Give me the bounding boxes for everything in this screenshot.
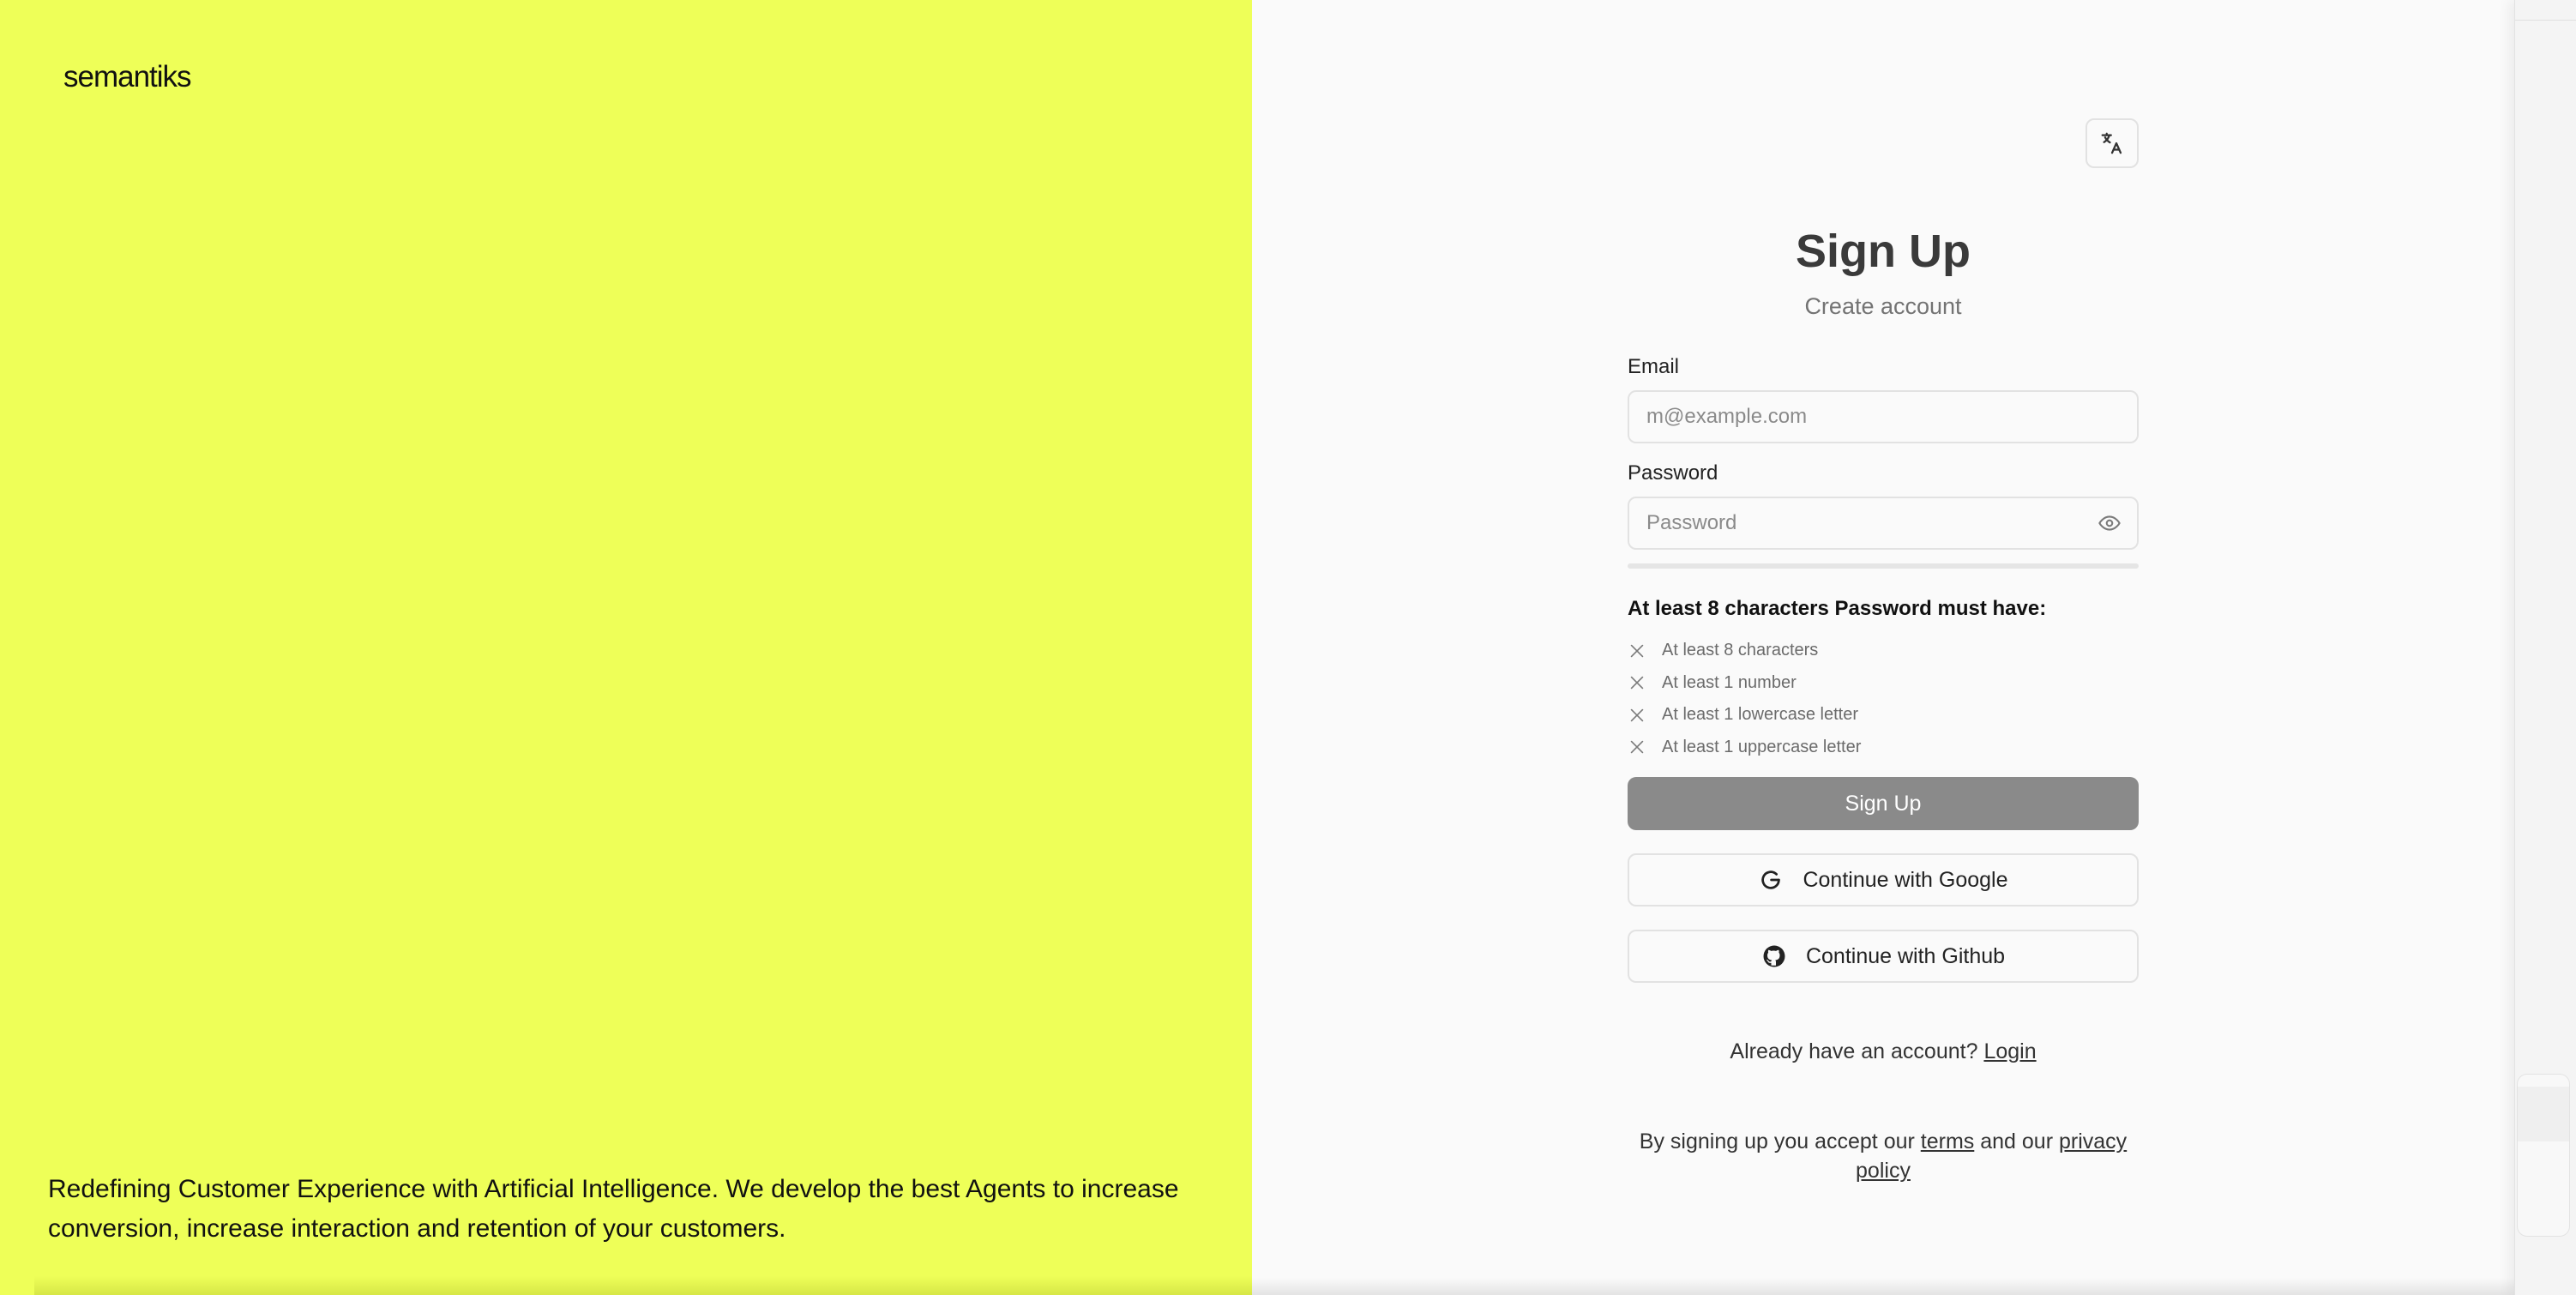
side-strip-header bbox=[2515, 0, 2576, 21]
x-icon bbox=[1630, 741, 1644, 754]
google-button-label: Continue with Google bbox=[1803, 867, 2008, 892]
page-subtitle: Create account bbox=[1804, 293, 1962, 319]
email-label: Email bbox=[1628, 355, 1680, 378]
terms-notice: By signing up you accept our terms and o… bbox=[1628, 1127, 2139, 1185]
x-icon bbox=[1630, 644, 1644, 657]
requirement-text: At least 8 characters bbox=[1662, 641, 1819, 660]
side-strip bbox=[2514, 0, 2576, 1295]
requirements-list: At least 8 characters At least 1 number … bbox=[1628, 635, 2139, 763]
requirement-item: At least 1 number bbox=[1628, 667, 2139, 700]
language-button[interactable] bbox=[2085, 118, 2139, 168]
panel-shadow bbox=[34, 1276, 1252, 1295]
google-signin-button[interactable]: Continue with Google bbox=[1628, 853, 2139, 906]
requirement-text: At least 1 number bbox=[1662, 672, 1797, 692]
page-title: Sign Up bbox=[1796, 226, 1971, 277]
side-strip-card bbox=[2517, 1074, 2570, 1237]
password-strength-bar bbox=[1628, 563, 2139, 569]
requirements-title: At least 8 characters Password must have… bbox=[1628, 597, 2047, 620]
requirement-item: At least 1 lowercase letter bbox=[1628, 699, 2139, 732]
side-strip-card-row bbox=[2518, 1087, 2569, 1141]
sign-up-button[interactable]: Sign Up bbox=[1628, 777, 2139, 830]
github-button-label: Continue with Github bbox=[1805, 943, 2006, 968]
translate-icon bbox=[2101, 132, 2122, 154]
logo: semantiks bbox=[63, 60, 192, 93]
requirement-text: At least 1 lowercase letter bbox=[1662, 705, 1858, 725]
terms-link[interactable]: terms bbox=[1921, 1129, 1975, 1153]
google-icon bbox=[1761, 870, 1781, 889]
sign-up-button-label: Sign Up bbox=[1845, 791, 1922, 816]
login-prompt-row: Already have an account? Login bbox=[1628, 1039, 2139, 1064]
terms-middle-text: and our bbox=[1980, 1129, 2054, 1153]
requirement-item: At least 1 uppercase letter bbox=[1628, 732, 2139, 764]
tagline: Redefining Customer Experience with Arti… bbox=[48, 1175, 1179, 1243]
password-label: Password bbox=[1628, 461, 1718, 485]
panel-shadow bbox=[1252, 1278, 2514, 1295]
github-icon bbox=[1763, 945, 1785, 967]
github-signin-button[interactable]: Continue with Github bbox=[1628, 930, 2139, 983]
email-field[interactable] bbox=[1628, 390, 2139, 443]
login-prompt-text: Already have an account? bbox=[1730, 1039, 1978, 1063]
x-icon bbox=[1630, 677, 1644, 690]
requirement-text: At least 1 uppercase letter bbox=[1662, 737, 1862, 756]
requirement-item: At least 8 characters bbox=[1628, 635, 2139, 667]
x-icon bbox=[1630, 708, 1644, 721]
password-field[interactable] bbox=[1628, 497, 2139, 550]
login-link[interactable]: Login bbox=[1983, 1039, 2036, 1063]
brand-panel: semantiks Redefining Customer Experience… bbox=[0, 0, 1252, 1295]
eye-icon[interactable] bbox=[2098, 511, 2122, 535]
terms-prefix-text: By signing up you accept our bbox=[1639, 1129, 1915, 1153]
